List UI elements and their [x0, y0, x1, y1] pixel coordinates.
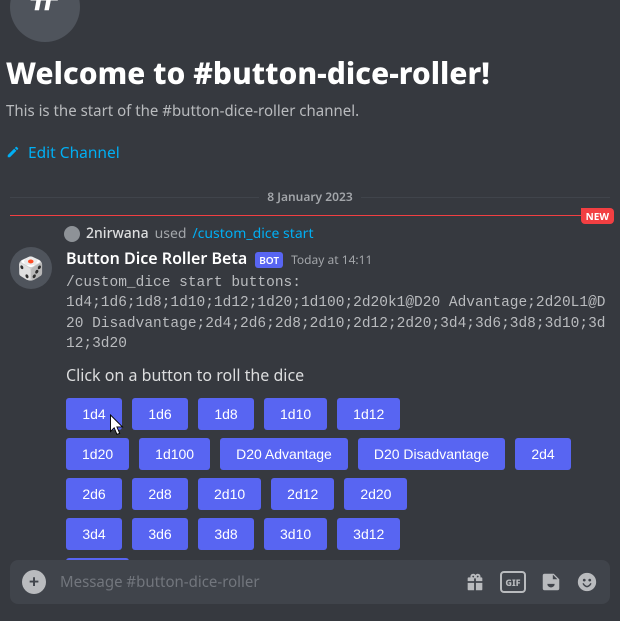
dice-btn-2d12[interactable]: 2d12 — [271, 478, 334, 510]
dice-btn-d20-advantage[interactable]: D20 Advantage — [220, 438, 348, 470]
gift-icon[interactable] — [464, 571, 486, 593]
author-name[interactable]: Button Dice Roller Beta — [66, 247, 247, 269]
dice-btn-1d20[interactable]: 1d20 — [66, 438, 129, 470]
new-divider: NEW — [10, 215, 610, 216]
dice-btn-1d6[interactable]: 1d6 — [132, 398, 188, 430]
dice-btn-3d10[interactable]: 3d10 — [264, 518, 327, 550]
emoji-icon[interactable] — [576, 571, 598, 593]
dice-btn-1d12[interactable]: 1d12 — [337, 398, 400, 430]
edit-channel-label: Edit Channel — [28, 141, 120, 163]
date-divider: 8 January 2023 — [10, 188, 610, 205]
composer-input[interactable]: Message #button-dice-roller — [60, 572, 450, 592]
user-mini-avatar — [64, 226, 80, 242]
dice-btn-2d8[interactable]: 2d8 — [132, 478, 188, 510]
add-attachment-button[interactable]: + — [22, 570, 46, 594]
pencil-icon — [6, 145, 20, 159]
interaction-command[interactable]: /custom_dice start — [192, 224, 313, 243]
dice-btn-1d10[interactable]: 1d10 — [264, 398, 327, 430]
interaction-user[interactable]: 2nirwana — [86, 224, 149, 243]
command-interaction-row: 2nirwana used /custom_dice start — [64, 224, 610, 243]
bot-avatar[interactable]: 🎲 — [10, 247, 52, 289]
channel-hash-icon: # — [10, 0, 80, 42]
dice-btn-2d6[interactable]: 2d6 — [66, 478, 122, 510]
dice-btn-3d12[interactable]: 3d12 — [337, 518, 400, 550]
new-badge: NEW — [581, 208, 614, 224]
welcome-title: Welcome to #button-dice-roller! — [6, 52, 612, 93]
code-line-1: /custom_dice start buttons: — [66, 273, 610, 293]
welcome-subtitle: This is the start of the #button-dice-ro… — [6, 101, 612, 121]
bot-tag: BOT — [255, 252, 283, 268]
interaction-verb: used — [155, 224, 187, 243]
dice-btn-3d4[interactable]: 3d4 — [66, 518, 122, 550]
gif-button[interactable]: GIF — [500, 571, 526, 593]
dice-btn-1d8[interactable]: 1d8 — [198, 398, 254, 430]
dice-btn-2d4[interactable]: 2d4 — [515, 438, 571, 470]
dice-btn-1d100[interactable]: 1d100 — [139, 438, 210, 470]
instruction-text: Click on a button to roll the dice — [66, 364, 610, 386]
message-timestamp: Today at 14:11 — [291, 251, 372, 268]
code-line-2: 1d4;1d6;1d8;1d10;1d12;1d20;1d100;2d20k1@… — [66, 293, 610, 354]
dice-btn-d20-disadvantage[interactable]: D20 Disadvantage — [358, 438, 505, 470]
message-composer[interactable]: + Message #button-dice-roller GIF — [10, 560, 610, 604]
dice-btn-3d8[interactable]: 3d8 — [198, 518, 254, 550]
dice-btn-2d10[interactable]: 2d10 — [198, 478, 261, 510]
dice-btn-2d20[interactable]: 2d20 — [344, 478, 407, 510]
sticker-icon[interactable] — [540, 571, 562, 593]
edit-channel-link[interactable]: Edit Channel — [6, 141, 120, 163]
dice-btn-1d4[interactable]: 1d4 — [66, 398, 122, 430]
dice-btn-3d6[interactable]: 3d6 — [132, 518, 188, 550]
